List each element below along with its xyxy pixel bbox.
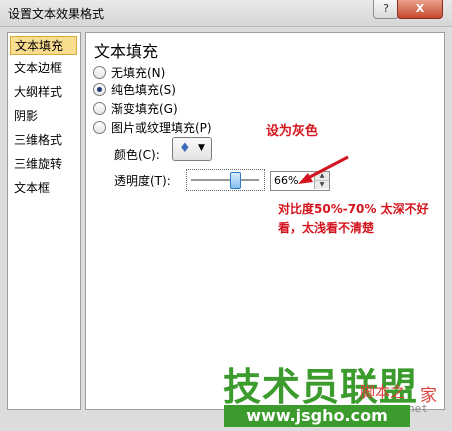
option-no-fill[interactable]: 无填充(N) xyxy=(93,65,165,82)
color-label: 颜色(C): xyxy=(114,148,160,162)
help-button[interactable]: ? xyxy=(373,0,399,19)
radio-no-fill[interactable] xyxy=(93,66,106,79)
annotation-arrow xyxy=(298,155,349,184)
transparency-slider[interactable] xyxy=(186,169,265,191)
title-bar: 设置文本效果格式 ? X xyxy=(0,0,452,27)
radio-solid-fill[interactable] xyxy=(93,83,106,96)
option-solid-fill[interactable]: 纯色填充(S) xyxy=(93,82,176,99)
sidebar-item-text-box[interactable]: 文本框 xyxy=(10,179,77,198)
sidebar-item-outline-style[interactable]: 大纲样式 xyxy=(10,83,77,102)
watermark-url: www.jsgho.com xyxy=(224,405,410,427)
watermark-net-text: net xyxy=(408,402,428,415)
close-button[interactable]: X xyxy=(397,0,443,19)
annotation-contrast-note: 对比度50%-70% 太深不好看，太浅看不清楚 xyxy=(278,202,429,235)
option-gradient-fill-label: 渐变填充(G) xyxy=(111,102,178,116)
chevron-down-icon: ▼ xyxy=(198,143,205,153)
paint-bucket-icon: ♦ xyxy=(179,141,191,156)
slider-track xyxy=(191,179,259,181)
window-title: 设置文本效果格式 xyxy=(8,7,105,21)
sidebar-item-text-border[interactable]: 文本边框 xyxy=(10,59,77,78)
option-picture-fill-label: 图片或纹理填充(P) xyxy=(111,121,212,135)
sidebar-item-3d-rotation[interactable]: 三维旋转 xyxy=(10,155,77,174)
option-gradient-fill[interactable]: 渐变填充(G) xyxy=(93,101,178,118)
radio-gradient-fill[interactable] xyxy=(93,102,106,115)
option-picture-fill[interactable]: 图片或纹理填充(P) xyxy=(93,120,212,137)
slider-thumb[interactable] xyxy=(230,172,242,189)
sidebar: 文本填充 文本边框 大纲样式 阴影 三维格式 三维旋转 文本框 xyxy=(7,32,81,410)
option-solid-fill-label: 纯色填充(S) xyxy=(111,83,176,97)
color-picker-button[interactable]: ♦ ▼ xyxy=(172,137,212,161)
panel-heading: 文本填充 xyxy=(94,42,159,61)
sidebar-item-3d-format[interactable]: 三维格式 xyxy=(10,131,77,150)
option-no-fill-label: 无填充(N) xyxy=(111,66,166,80)
annotation-set-gray: 设为灰色 xyxy=(266,124,319,139)
watermark-sub-text: 脚本之 xyxy=(360,383,406,401)
sidebar-item-shadow[interactable]: 阴影 xyxy=(10,107,77,126)
transparency-label: 透明度(T): xyxy=(114,174,171,188)
sidebar-item-text-fill[interactable]: 文本填充 xyxy=(10,36,77,55)
radio-picture-fill[interactable] xyxy=(93,121,106,134)
